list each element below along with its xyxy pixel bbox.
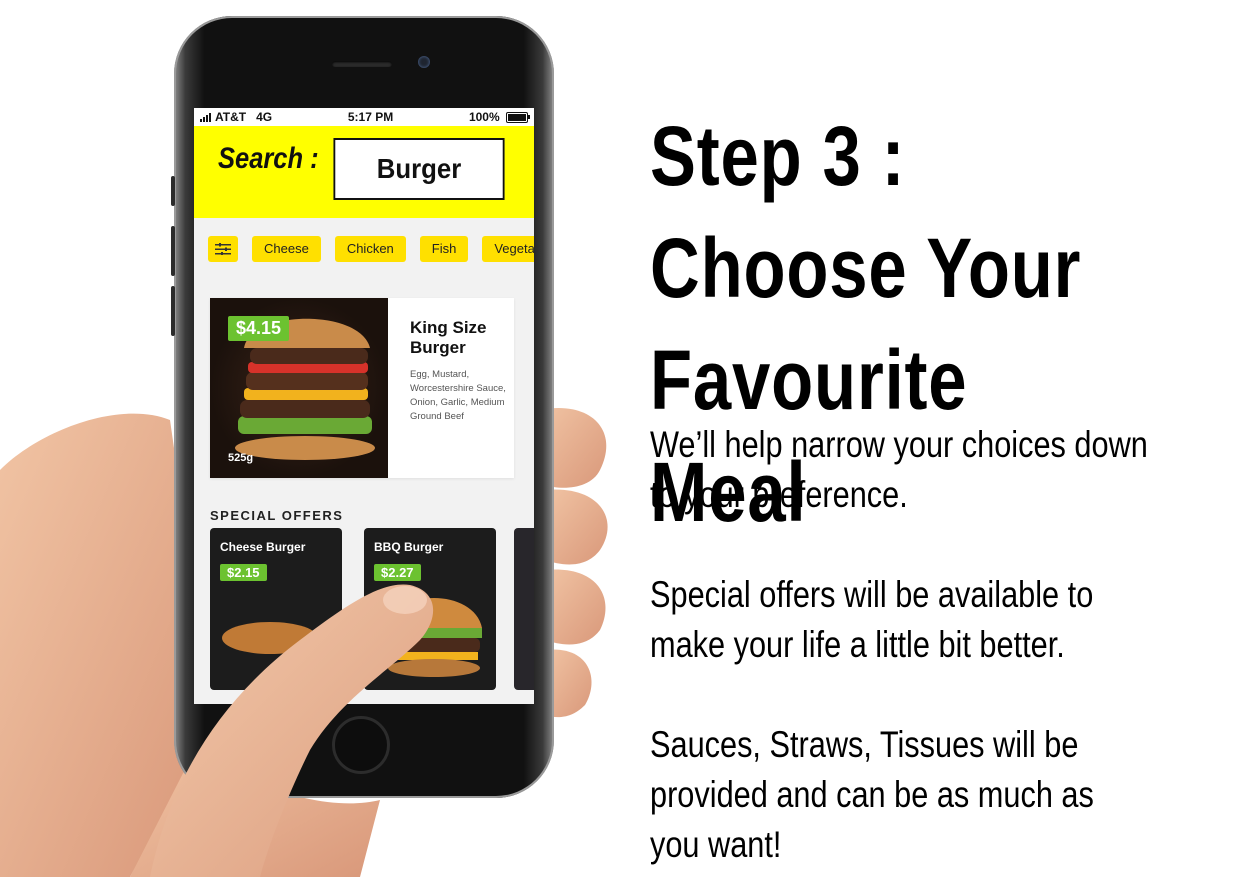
filter-chip[interactable]: [208, 236, 238, 262]
search-label: Search :: [218, 142, 319, 175]
offer-burger-image: [222, 622, 318, 654]
carrier: AT&T: [215, 110, 247, 124]
offer-card-partial[interactable]: [514, 528, 534, 690]
filter-sliders-icon: [215, 243, 231, 255]
search-input[interactable]: Burger: [333, 138, 505, 200]
status-bar: AT&T 4G 5:17 PM 100%: [194, 108, 534, 126]
offer-name: BBQ Burger: [374, 540, 444, 554]
phone-device: AT&T 4G 5:17 PM 100% Search : Burger Che…: [171, 16, 554, 798]
paragraph-sauces: Sauces, Straws, Tissues will be provided…: [650, 724, 1094, 865]
offer-price-badge: $2.27: [374, 564, 421, 581]
featured-item-card[interactable]: $4.15 525g King Size Burger Egg, Mustard…: [210, 298, 514, 478]
battery-icon: [506, 112, 530, 124]
featured-weight: 525g: [228, 452, 254, 464]
battery-percent: 100%: [468, 110, 500, 124]
paragraph-preference: We’ll help narrow your choices down to y…: [650, 424, 1148, 515]
offer-card-cheese-burger[interactable]: Cheese Burger $2.15: [210, 528, 342, 690]
app-screen: AT&T 4G 5:17 PM 100% Search : Burger Che…: [194, 108, 534, 704]
home-button[interactable]: [332, 716, 390, 774]
featured-title: King Size Burger: [410, 318, 487, 357]
search-bar: Search : Burger: [194, 126, 534, 218]
featured-price-badge: $4.15: [228, 316, 290, 341]
featured-description: Egg, Mustard, Worcestershire Sauce, Onio…: [410, 369, 506, 422]
chip-cheese[interactable]: Cheese: [252, 236, 321, 262]
chip-vegetable[interactable]: Vegeta: [482, 236, 534, 262]
chip-chicken[interactable]: Chicken: [334, 236, 406, 262]
front-camera: [418, 56, 430, 68]
filter-chips: Cheese Chicken Fish Vegeta: [208, 236, 534, 262]
featured-burger-image: $4.15 525g: [210, 298, 388, 478]
network-type: 4G: [256, 110, 273, 124]
offer-card-bbq-burger[interactable]: BBQ Burger $2.27: [364, 528, 496, 690]
chip-fish[interactable]: Fish: [419, 236, 469, 262]
special-offers-heading: SPECIAL OFFERS: [210, 508, 344, 523]
clock: 5:17 PM: [347, 110, 394, 124]
paragraph-special-offers: Special offers will be available to make…: [650, 574, 1094, 665]
signal-icon: [200, 112, 211, 122]
phone-speaker: [332, 61, 392, 67]
